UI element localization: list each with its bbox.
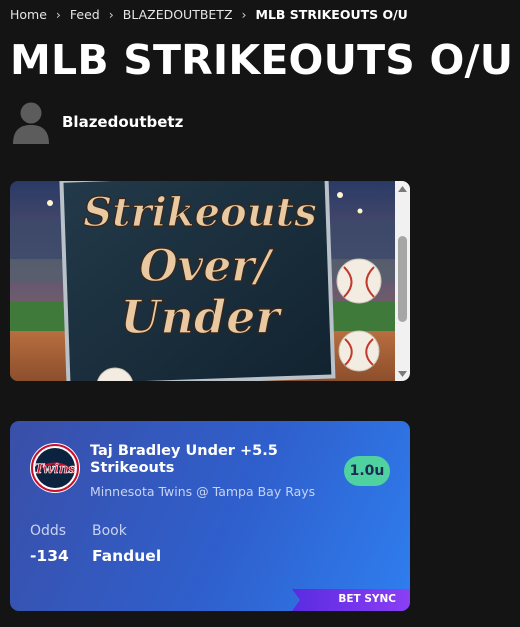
- scrollbar-thumb[interactable]: [398, 236, 407, 322]
- author-row[interactable]: Blazedoutbetz: [12, 100, 183, 144]
- strikeouts-over-under-illustration: Strikeouts Over/ Under: [10, 181, 395, 381]
- units-badge: 1.0u: [344, 456, 390, 486]
- breadcrumb-current: MLB STRIKEOUTS O/U: [255, 7, 408, 22]
- chevron-right-icon: ›: [241, 7, 247, 22]
- sign-line-2: Over/: [139, 241, 274, 292]
- scroll-up-arrow-icon[interactable]: [395, 181, 410, 196]
- user-silhouette-icon[interactable]: [12, 100, 50, 144]
- featured-image: Strikeouts Over/ Under: [10, 181, 410, 381]
- breadcrumb: Home › Feed › BLAZEDOUTBETZ › MLB STRIKE…: [10, 7, 408, 22]
- sign-line-1: Strikeouts: [83, 189, 317, 236]
- pick-card[interactable]: Twins Taj Bradley Under +5.5 Strikeouts …: [10, 421, 410, 611]
- chevron-right-icon: ›: [55, 7, 61, 22]
- book-value: Fanduel: [92, 547, 162, 565]
- breadcrumb-feed[interactable]: Feed: [70, 7, 100, 22]
- author-name[interactable]: Blazedoutbetz: [62, 113, 183, 131]
- breadcrumb-author[interactable]: BLAZEDOUTBETZ: [123, 7, 233, 22]
- pick-title: Taj Bradley Under +5.5 Strikeouts: [90, 443, 278, 476]
- book-label: Book: [92, 523, 127, 539]
- breadcrumb-home[interactable]: Home: [10, 7, 47, 22]
- pick-matchup: Minnesota Twins @ Tampa Bay Rays: [90, 484, 316, 499]
- twins-logo-text: Twins: [34, 462, 76, 477]
- odds-label: Odds: [30, 523, 67, 539]
- bet-sync-label: BET SYNC: [338, 593, 396, 605]
- image-scrollbar[interactable]: [395, 181, 410, 381]
- page-title: MLB STRIKEOUTS O/U: [10, 36, 514, 84]
- odds-value: -134: [30, 547, 69, 565]
- sign-line-3: Under: [120, 290, 283, 344]
- bet-sync-badge[interactable]: BET SYNC: [292, 589, 410, 611]
- chevron-right-icon: ›: [108, 7, 114, 22]
- scroll-down-arrow-icon[interactable]: [395, 366, 410, 381]
- twins-logo-icon: Twins: [28, 441, 82, 495]
